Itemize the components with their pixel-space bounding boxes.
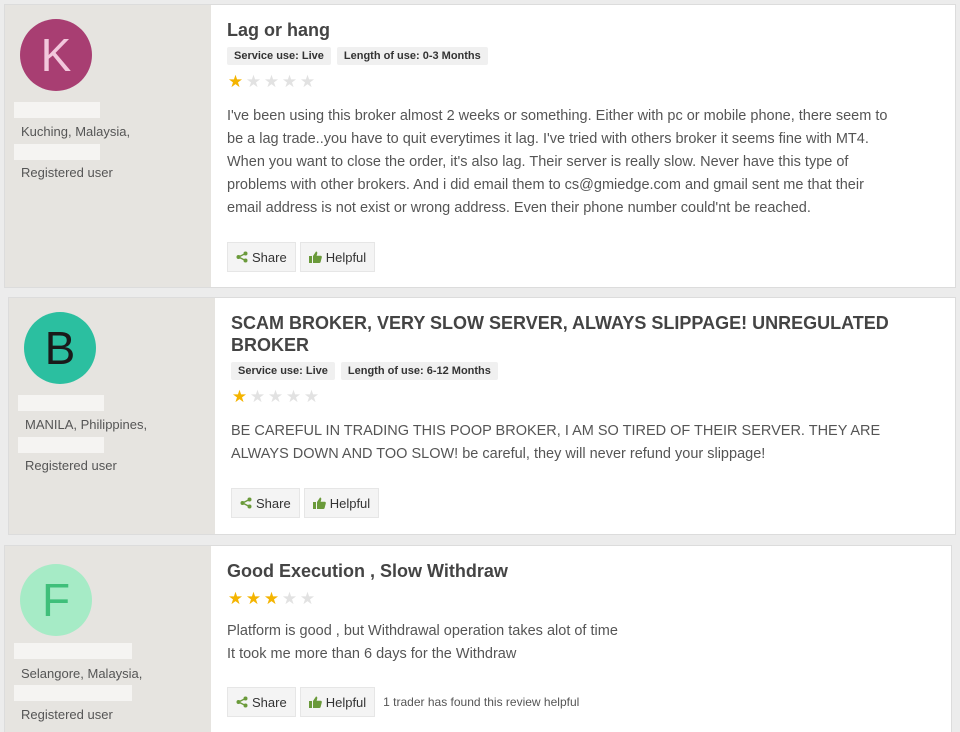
review-author-panel: B MANILA, Philippines, Registered user (9, 298, 215, 534)
thumbs-up-icon (308, 696, 322, 708)
avatar: K (20, 19, 92, 91)
author-detail-placeholder (14, 685, 132, 701)
share-button[interactable]: Share (231, 488, 300, 518)
share-button[interactable]: Share (227, 687, 296, 717)
star-icon: ★ (285, 387, 302, 406)
helpful-button[interactable]: Helpful (299, 242, 376, 272)
helpful-button[interactable]: Helpful (303, 488, 380, 518)
review-body: Good Execution , Slow Withdraw ★ ★ ★ ★ ★ Pla… (211, 546, 951, 732)
author-detail-placeholder (14, 144, 100, 160)
star-rating: ★ ★ ★ ★ ★ (227, 590, 935, 608)
share-label: Share (252, 249, 287, 265)
length-of-use-tag: Length of use: 0-3 Months (336, 47, 488, 65)
star-icon: ★ (227, 589, 244, 608)
avatar: B (24, 312, 96, 384)
star-icon: ★ (299, 72, 316, 91)
star-icon: ★ (245, 589, 262, 608)
review-body: SCAM BROKER, VERY SLOW SERVER, ALWAYS SL… (215, 298, 955, 534)
helpful-count-note: 1 trader has found this review helpful (383, 695, 580, 709)
service-use-tag: Service use: Live (231, 362, 335, 380)
author-detail-placeholder (18, 437, 104, 453)
length-of-use-tag: Length of use: 6-12 Months (340, 362, 498, 380)
author-location: Kuching, Malaysia, (21, 124, 131, 139)
review-title: SCAM BROKER, VERY SLOW SERVER, ALWAYS SL… (231, 313, 889, 355)
helpful-label: Helpful (325, 249, 367, 265)
review-card: B MANILA, Philippines, Registered user S… (8, 297, 956, 535)
share-icon (236, 251, 248, 263)
thumbs-up-icon (312, 497, 326, 509)
share-label: Share (256, 495, 291, 511)
author-status: Registered user (21, 707, 113, 722)
author-location: MANILA, Philippines, (25, 417, 148, 432)
review-author-panel: K Kuching, Malaysia, Registered user (5, 5, 211, 287)
star-icon: ★ (299, 589, 316, 608)
share-icon (236, 696, 248, 708)
review-card: F Selangore, Malaysia, Registered user G… (4, 545, 952, 732)
review-author-panel: F Selangore, Malaysia, Registered user (5, 546, 211, 732)
star-rating: ★ ★ ★ ★ ★ (231, 388, 939, 406)
star-icon: ★ (267, 387, 284, 406)
star-icon: ★ (281, 72, 298, 91)
helpful-label: Helpful (329, 495, 371, 511)
review-text: BE CAREFUL IN TRADING THIS POOP BROKER, … (231, 423, 881, 462)
author-status: Registered user (21, 165, 113, 180)
author-name-placeholder (14, 643, 132, 659)
review-body: Lag or hang Service use: Live Length of … (211, 5, 955, 287)
star-icon: ★ (303, 387, 320, 406)
thumbs-up-icon (308, 251, 322, 263)
star-icon: ★ (281, 589, 298, 608)
review-title: Good Execution , Slow Withdraw (227, 561, 508, 581)
avatar: F (20, 564, 92, 636)
review-title: Lag or hang (227, 20, 330, 40)
star-icon: ★ (249, 387, 266, 406)
star-icon: ★ (263, 72, 280, 91)
share-label: Share (252, 694, 287, 710)
author-location: Selangore, Malaysia, (21, 666, 143, 681)
author-status: Registered user (25, 458, 117, 473)
review-text: I've been using this broker almost 2 wee… (227, 108, 888, 216)
star-rating: ★ ★ ★ ★ ★ (227, 73, 939, 91)
helpful-label: Helpful (325, 694, 367, 710)
star-icon: ★ (231, 387, 248, 406)
author-name-placeholder (14, 102, 100, 118)
star-icon: ★ (227, 72, 244, 91)
star-icon: ★ (263, 589, 280, 608)
review-text: Platform is good , but Withdrawal operat… (227, 623, 618, 662)
author-name-placeholder (18, 395, 104, 411)
helpful-button[interactable]: Helpful (299, 687, 376, 717)
star-icon: ★ (245, 72, 262, 91)
share-icon (240, 497, 252, 509)
review-card: K Kuching, Malaysia, Registered user Lag… (4, 4, 956, 288)
share-button[interactable]: Share (227, 242, 296, 272)
service-use-tag: Service use: Live (227, 47, 331, 65)
